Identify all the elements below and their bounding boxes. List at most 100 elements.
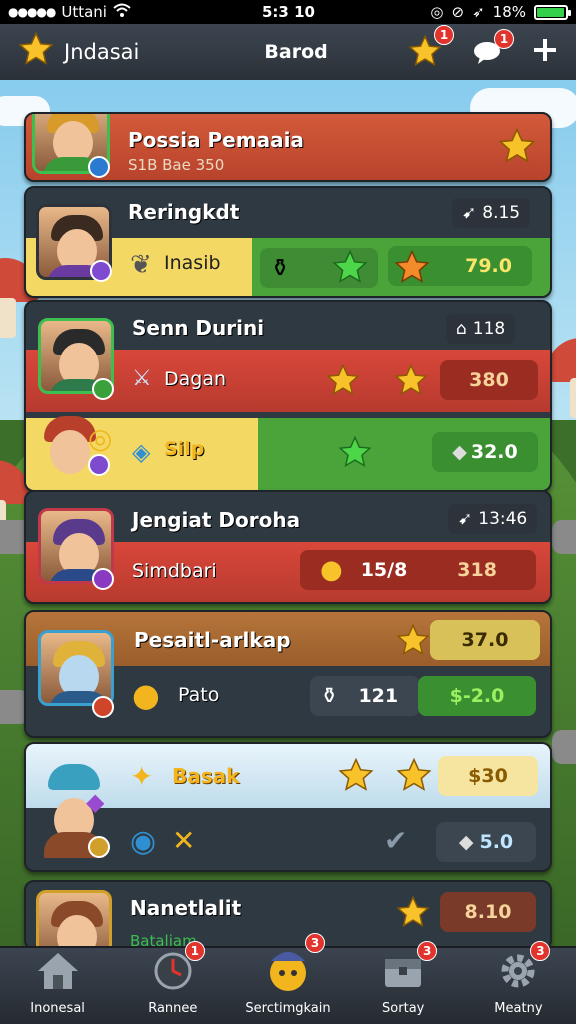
nav-label: Sortay [382,1001,425,1016]
app-title: Jndasai [64,40,140,64]
list-item[interactable]: Reringkdt ➹ 8.15 ❦ Inasib ⚱ 79.0 [24,186,552,298]
hero-name: Reringkdt [128,200,240,224]
score-pill[interactable]: ● 15/8 318 [300,550,536,590]
avatar [36,890,112,948]
nav-label: Inonesal [30,1001,85,1016]
nav-badge: 3 [530,941,551,961]
bottom-navigation: Inonesal 1 Rannee 3 Serctimgkain 3 Sorta… [0,933,576,1024]
castle-icon: ⌂ [456,319,467,339]
gem-icon: ◆ [452,441,467,463]
location-icon: ◎ [430,3,444,21]
green-star-icon [332,250,368,283]
coin-icon: ● [132,676,160,714]
gem-icon: ◆ [458,831,474,853]
star-logo-icon [18,31,54,72]
alarm-icon: ⊘ [451,3,465,21]
clock: 5:3 10 [262,3,315,21]
chat-badge: 1 [494,29,514,49]
level-badge [90,260,112,282]
home-icon [36,951,80,995]
hero-subtitle: S1B Bae 350 [128,156,225,174]
green-star-icon [338,436,372,468]
list-item[interactable]: Pesaitl-arlkap 37.0 ● Pato ⚱ 121 $-2.0 [24,610,552,738]
pot-icon: ⚱ [320,683,339,709]
pot-icon: ⚱ [270,254,291,282]
nav-item-settings[interactable]: 3 Meatny [461,941,576,1024]
nav-item-home[interactable]: Inonesal [0,948,115,1024]
pin-icon: ➹ [458,509,473,529]
signal-icon: ●●●●● [8,5,56,19]
nav-item-heroes[interactable]: 3 Serctimgkain [230,933,345,1024]
pin-icon: ➹ [462,203,477,223]
notification-badge: 1 [434,25,454,45]
star-icon [396,624,430,656]
coins-icon: ◎ [88,422,113,455]
shell-icon: ◈ [132,438,151,466]
star-icon [394,364,428,396]
nav-item-chest[interactable]: 3 Sortay [346,941,461,1024]
hero-class-label: Inasib [164,252,221,274]
hero-icon: 3 [263,933,325,997]
avatar [38,630,114,706]
hero-class-label: Simdbari [132,560,217,582]
nav-badge: 1 [184,941,205,961]
score-pill[interactable]: ◆ 5.0 [436,822,536,862]
feather-icon: ❦ [130,250,152,280]
favorite-star-icon[interactable] [498,128,536,166]
time-chip: ➹ 13:46 [448,504,538,534]
level-badge [92,378,114,400]
level-chip: ⌂ 118 [446,314,516,344]
list-item[interactable]: Possia Pemaaia S1B Bae 350 [24,112,552,182]
score-pill[interactable]: $30 [438,756,538,796]
battery-icon [534,4,571,20]
list-item[interactable]: ◆ ✦ Basak $30 ◉ ✕ ✔ ◆ 5.0 [24,742,552,872]
chest-icon: 3 [381,941,438,995]
list-item[interactable]: Nanetlalit Bataliam 8.10 [24,880,552,950]
level-badge [88,836,110,858]
level-badge [92,568,114,590]
star-icon [338,758,374,791]
swirl-icon: ◉ [130,824,157,859]
star-icon [326,364,360,396]
plus-icon [534,39,556,61]
nav-badge: 3 [417,941,438,961]
list-item[interactable]: Jengiat Doroha ➹ 13:46 Simdbari ● 15/8 31… [24,490,552,604]
score-pill[interactable]: 8.10 [440,892,536,932]
sword-icon: ⚔ [132,366,152,391]
nav-badge: 3 [305,933,325,953]
chat-button[interactable]: 1 [472,29,514,65]
hero-name: Senn Durini [132,316,265,340]
star-icon [396,896,430,928]
level-badge [88,156,110,178]
score-pill[interactable]: 37.0 [430,620,540,660]
hero-name: Jengiat Doroha [132,508,301,532]
nav-label: Rannee [148,1001,198,1016]
level-badge [92,696,114,718]
add-button[interactable] [532,37,558,67]
coin-icon: ● [320,555,343,585]
nav-item-timer[interactable]: 1 Rannee [115,941,230,1024]
star-icon [396,758,432,791]
score-pill[interactable]: 380 [440,360,538,400]
hero-name: Pesaitl-arlkap [134,628,291,652]
hero-class-label: Silp [164,438,205,460]
hero-name: Nanetlalit [130,896,242,920]
score-pill[interactable]: ◆ 32.0 [432,432,538,472]
gem-icon: ◆ [86,788,105,816]
cross-icon: ✕ [172,824,196,857]
score-pill[interactable]: $-2.0 [418,676,536,716]
count-pill[interactable]: ⚱ 121 [310,676,420,716]
bolt-icon: ➶ [472,3,485,21]
star-notification-button[interactable]: 1 [408,25,454,69]
hero-name: Possia Pemaaia [128,128,304,152]
sword-icon: ✦ [130,760,154,793]
header-center-label: Barod [264,41,328,63]
time-chip: ➹ 8.15 [452,198,531,228]
nav-label: Serctimgkain [245,1001,331,1016]
top-header: Jndasai Barod 1 1 [0,24,576,80]
carrier-label: Uttani [61,3,107,21]
battery-label: 18% [492,3,526,21]
wifi-icon [113,3,131,21]
list-item[interactable]: Senn Durini ⌂ 118 ⚔ Dagan 380 ◎ ◈ Silp ◆ 3… [24,300,552,492]
status-bar: ●●●●● Uttani 5:3 10 ◎ ⊘ ➶ 18% [0,0,576,24]
